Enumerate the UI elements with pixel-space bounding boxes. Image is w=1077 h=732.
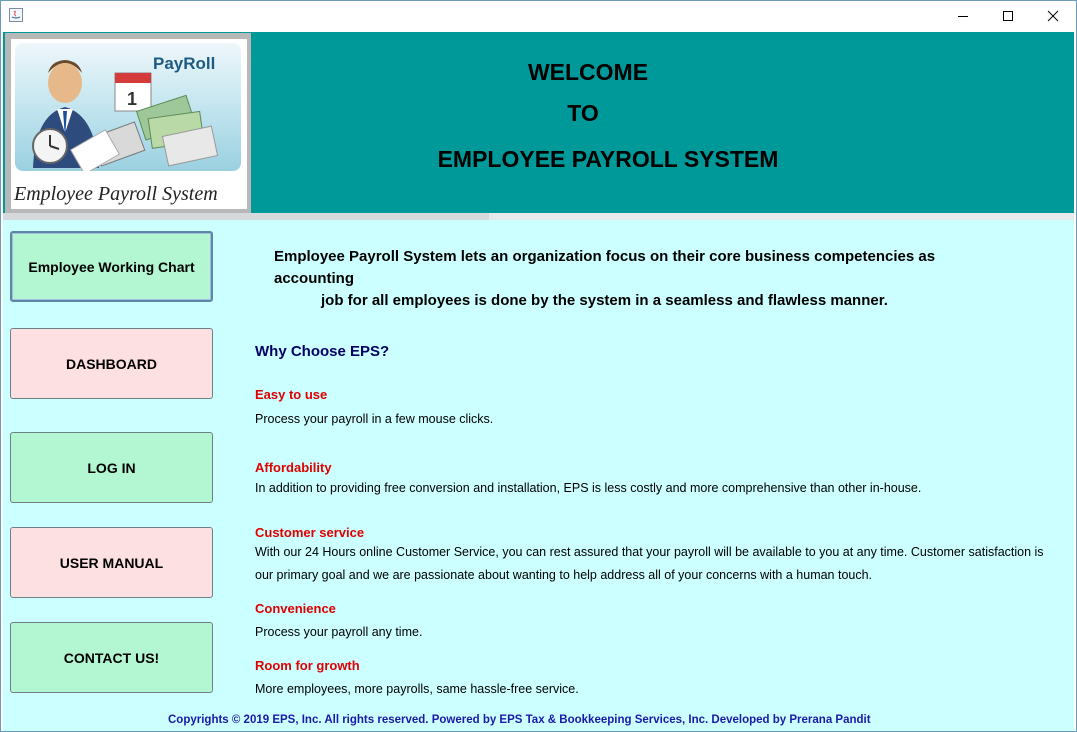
section-text-room-for-growth: More employees, more payrolls, same hass… [255,682,579,696]
section-title-easy-to-use: Easy to use [255,387,328,402]
login-button[interactable]: LOG IN [10,432,213,503]
section-title-convenience: Convenience [255,601,336,616]
logo-brand-text: PayRoll [153,54,216,73]
section-title-affordability: Affordability [255,460,332,475]
header-banner: 1 PayRoll Employee Payroll System WELCOM… [3,32,1074,213]
intro-text: Employee Payroll System lets an organiza… [253,246,973,312]
logo-caption: Employee Payroll System [14,183,218,205]
maximize-icon [1003,11,1013,21]
section-text-convenience: Process your payroll any time. [255,625,423,639]
logo-frame: 1 PayRoll Employee Payroll System [5,33,251,213]
close-icon [1047,10,1059,22]
dashboard-button[interactable]: DASHBOARD [10,328,213,399]
user-manual-button[interactable]: USER MANUAL [10,527,213,598]
section-title-room-for-growth: Room for growth [255,658,360,673]
section-text-easy-to-use: Process your payroll in a few mouse clic… [255,412,494,426]
welcome-line-2: TO [567,100,599,126]
header-divider-light [489,213,1074,220]
welcome-line-3: EMPLOYEE PAYROLL SYSTEM [437,146,779,172]
section-text-affordability: In addition to providing free conversion… [255,481,922,495]
app-window: 1 PayRoll Employee Payroll System WELCOM… [0,0,1077,732]
minimize-icon [958,16,968,17]
footer-copyright: Copyrights © 2019 EPS, Inc. All rights r… [168,714,871,726]
intro-line-2: job for all employees is done by the sys… [321,292,888,309]
main-panel: Employee Working Chart DASHBOARD LOG IN … [3,220,1074,731]
section-text-customer-service-2: our primary goal and we are passionate a… [255,568,873,582]
java-app-icon[interactable] [9,8,23,22]
employee-working-chart-button[interactable]: Employee Working Chart [10,231,213,302]
why-choose-heading: Why Choose EPS? [255,343,390,360]
intro-line-1: Employee Payroll System lets an organiza… [274,248,936,287]
close-button[interactable] [1030,1,1076,31]
svg-text:1: 1 [127,89,137,109]
payroll-logo-illustration: 1 PayRoll [15,43,241,171]
payroll-logo: 1 PayRoll Employee Payroll System [11,39,247,209]
contact-us-button[interactable]: CONTACT US! [10,622,213,693]
maximize-button[interactable] [985,1,1031,31]
welcome-line-1: WELCOME [527,59,649,85]
section-text-customer-service-1: With our 24 Hours online Customer Servic… [255,545,1044,559]
title-bar [1,1,1076,31]
section-title-customer-service: Customer service [255,525,365,540]
minimize-button[interactable] [940,1,986,31]
